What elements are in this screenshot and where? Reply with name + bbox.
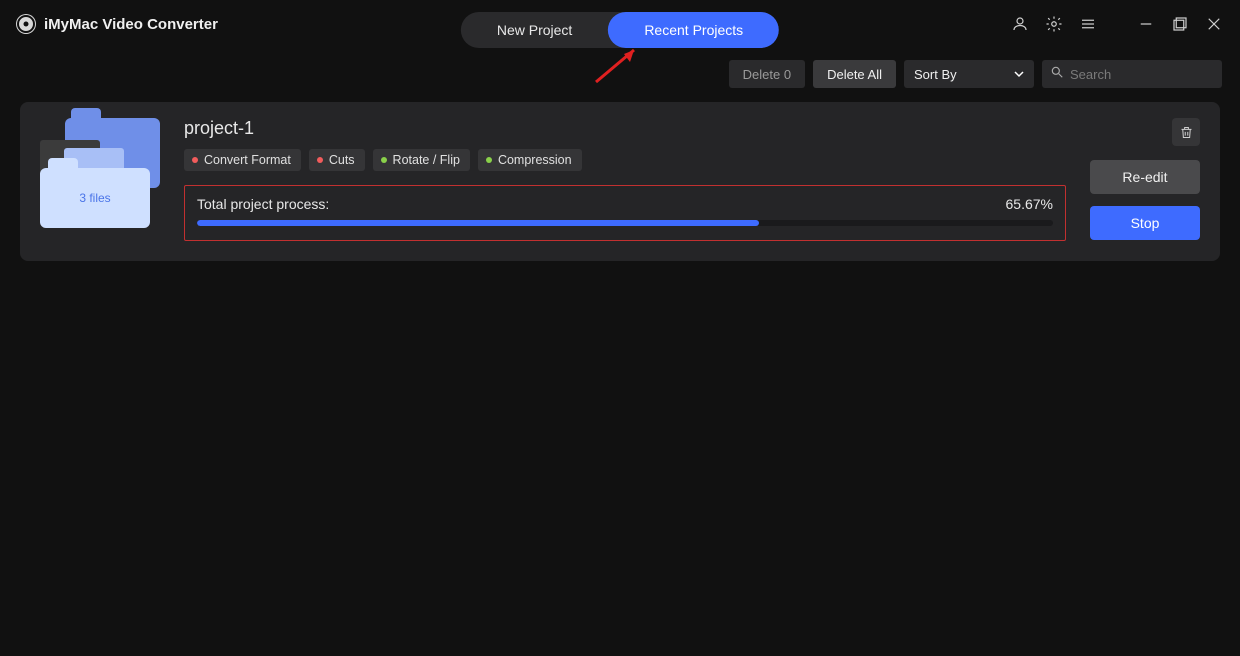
app-title: iMyMac Video Converter [44, 16, 218, 33]
tab-switch: New Project Recent Projects [461, 12, 779, 48]
dot-icon [486, 157, 492, 163]
progress-bar [197, 220, 1053, 226]
dot-icon [317, 157, 323, 163]
tag-rotate-flip: Rotate / Flip [373, 149, 470, 171]
settings-icon[interactable] [1044, 14, 1064, 34]
sort-by-label: Sort By [914, 67, 957, 82]
tab-recent-projects[interactable]: Recent Projects [608, 12, 779, 48]
project-actions: Re-edit Stop [1090, 118, 1200, 241]
tag-compression: Compression [478, 149, 582, 171]
reedit-button[interactable]: Re-edit [1090, 160, 1200, 194]
tab-new-project[interactable]: New Project [461, 12, 608, 48]
tag-convert-format: Convert Format [184, 149, 301, 171]
menu-icon[interactable] [1078, 14, 1098, 34]
project-title: project-1 [184, 118, 1066, 139]
delete-project-button[interactable] [1172, 118, 1200, 146]
delete-count-button[interactable]: Delete 0 [729, 60, 805, 88]
dot-icon [381, 157, 387, 163]
progress-label: Total project process: [197, 196, 329, 212]
chevron-down-icon [1014, 67, 1024, 82]
search-box[interactable] [1042, 60, 1222, 88]
app-logo-icon [16, 14, 36, 34]
minimize-icon[interactable] [1136, 14, 1156, 34]
window-controls [1010, 14, 1224, 34]
project-thumbnail: 3 files [40, 118, 160, 228]
app-brand: iMyMac Video Converter [16, 14, 218, 34]
progress-percent: 65.67% [1006, 196, 1053, 212]
sort-by-dropdown[interactable]: Sort By [904, 60, 1034, 88]
delete-all-button[interactable]: Delete All [813, 60, 896, 88]
stop-button[interactable]: Stop [1090, 206, 1200, 240]
toolbar: Delete 0 Delete All Sort By [0, 54, 1240, 94]
account-icon[interactable] [1010, 14, 1030, 34]
project-card: 3 files project-1 Convert Format Cuts Ro… [20, 102, 1220, 261]
progress-box: Total project process: 65.67% [184, 185, 1066, 241]
search-icon [1050, 65, 1064, 84]
close-icon[interactable] [1204, 14, 1224, 34]
file-count-label: 3 files [79, 191, 110, 205]
maximize-icon[interactable] [1170, 14, 1190, 34]
project-tags: Convert Format Cuts Rotate / Flip Compre… [184, 149, 1066, 171]
dot-icon [192, 157, 198, 163]
titlebar: iMyMac Video Converter New Project Recen… [0, 0, 1240, 48]
tag-cuts: Cuts [309, 149, 365, 171]
progress-bar-fill [197, 220, 759, 226]
search-input[interactable] [1070, 67, 1214, 82]
project-body: project-1 Convert Format Cuts Rotate / F… [184, 118, 1066, 241]
